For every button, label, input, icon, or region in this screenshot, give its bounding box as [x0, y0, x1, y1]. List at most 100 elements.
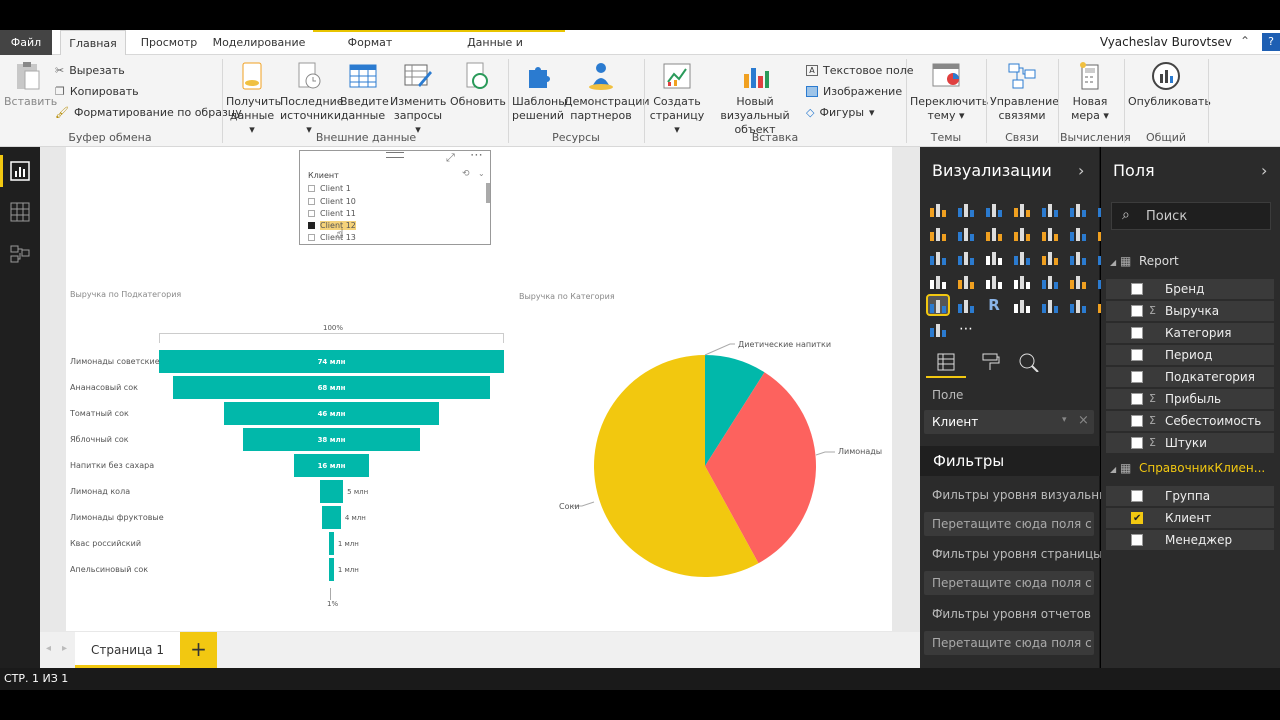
r-visual-icon[interactable]	[1068, 272, 1088, 290]
next-page-icon[interactable]: ▸	[62, 643, 67, 654]
clustered-bar-icon[interactable]	[984, 200, 1004, 218]
fields-search-input[interactable]: ⌕ Поиск	[1111, 202, 1271, 230]
chart-icon[interactable]	[956, 296, 976, 314]
field-item[interactable]: Группа	[1106, 486, 1274, 506]
checkbox[interactable]	[1131, 534, 1143, 546]
enter-data-button[interactable]: Введите данные	[340, 61, 389, 123]
chevron-down-icon[interactable]: ⌄	[478, 169, 485, 178]
help-icon[interactable]: ?	[1262, 33, 1280, 51]
switch-theme-button[interactable]: Переключить тему ▾	[910, 61, 988, 123]
table-icon[interactable]	[1012, 272, 1032, 290]
cut-button[interactable]: ✂ Вырезать	[55, 60, 125, 80]
manage-relationships-button[interactable]: Управление связями	[990, 61, 1059, 123]
publish-button[interactable]: Опубликовать	[1128, 61, 1211, 109]
slicer-icon[interactable]	[984, 272, 1004, 290]
dropdown-icon[interactable]: ▾	[1062, 415, 1067, 425]
checkbox[interactable]	[1131, 283, 1143, 295]
100-bar-icon[interactable]	[1040, 200, 1060, 218]
slicer-item[interactable]: Client 1	[308, 184, 351, 193]
paint-roller-icon[interactable]	[980, 352, 1000, 372]
treemap-icon[interactable]	[956, 248, 976, 266]
scatter-icon[interactable]	[1068, 224, 1088, 242]
filled-map-icon[interactable]	[1012, 248, 1032, 266]
area-chart-icon[interactable]	[928, 224, 948, 242]
slicer-item-selected[interactable]: Client 12	[308, 221, 356, 230]
tab-modeling[interactable]: Моделирование	[212, 30, 306, 55]
slicer-item[interactable]: Client 13	[308, 233, 356, 242]
client-slicer[interactable]: ⤢ ⋯ Клиент ⟲ ⌄ Client 1 Client 10 Client…	[299, 148, 491, 245]
collapse-ribbon-icon[interactable]: ⌃	[1240, 34, 1250, 48]
page-filters-dropzone[interactable]: Перетащите сюда поля с ...	[924, 571, 1094, 614]
templates-button[interactable]: Шаблоны решений	[512, 61, 567, 123]
checkbox-checked[interactable]	[308, 222, 315, 229]
report-view-icon[interactable]	[10, 161, 30, 181]
shapes-button[interactable]: ◇ Фигуры ▾	[806, 102, 875, 122]
focus-mode-icon[interactable]: ⤢	[446, 151, 455, 165]
more-options-icon[interactable]: ⋯	[470, 148, 483, 163]
100-column-icon[interactable]	[1068, 200, 1088, 218]
get-data-button[interactable]: Получить данные ▾	[226, 61, 281, 137]
new-visual-button[interactable]: Новый визуальный объект	[708, 61, 802, 137]
slicer-item[interactable]: Client 11	[308, 209, 356, 218]
tab-home[interactable]: Главная	[60, 30, 126, 56]
scrollbar[interactable]	[486, 183, 490, 203]
field-item[interactable]: Категория	[1106, 323, 1274, 343]
field-item[interactable]: Σ Выручка	[1106, 301, 1274, 321]
collapse-fields-icon[interactable]: ›	[1261, 161, 1267, 180]
report-filters-dropzone[interactable]: Перетащите сюда поля с ...	[924, 631, 1094, 674]
remove-field-icon[interactable]: ×	[1078, 413, 1089, 428]
copy-button[interactable]: ❐ Копировать	[55, 81, 139, 101]
checkbox[interactable]	[1131, 305, 1143, 317]
more-icon[interactable]	[1012, 296, 1032, 314]
field-item[interactable]: Бренд	[1106, 279, 1274, 299]
textbox-button[interactable]: A Текстовое поле	[806, 60, 914, 80]
image-button[interactable]: Изображение	[806, 81, 902, 101]
table-report[interactable]: ◢ ▦ Report	[1110, 254, 1179, 268]
ribbon-chart-icon[interactable]	[1040, 224, 1060, 242]
stacked-column-icon[interactable]	[956, 200, 976, 218]
clustered-column-icon[interactable]	[1012, 200, 1032, 218]
checkbox[interactable]	[1131, 437, 1143, 449]
stacked-column-icon[interactable]	[1068, 296, 1088, 314]
checkbox[interactable]	[1131, 415, 1143, 427]
new-page-button[interactable]: Создать страницу ▾	[648, 61, 706, 137]
slicer-item[interactable]: Client 10	[308, 197, 356, 206]
field-item[interactable]: Σ Штуки	[1106, 433, 1274, 453]
kpi-icon[interactable]	[956, 272, 976, 290]
gauge-icon[interactable]	[1068, 248, 1088, 266]
checkbox[interactable]	[308, 185, 315, 192]
tab-page-1[interactable]: Страница 1	[75, 632, 180, 668]
table-clients[interactable]: ◢ ▦ СправочникКлиен...	[1110, 461, 1265, 475]
field-item[interactable]: Менеджер	[1106, 530, 1274, 550]
stacked-bar-icon[interactable]	[1040, 296, 1060, 314]
checkbox[interactable]	[1131, 490, 1143, 502]
line-clustered-icon[interactable]	[1012, 224, 1032, 242]
field-item[interactable]: Период	[1106, 345, 1274, 365]
refresh-button[interactable]: Обновить	[450, 61, 506, 109]
checkbox[interactable]	[308, 234, 315, 241]
visual-filters-dropzone[interactable]: Перетащите сюда поля с ...	[924, 512, 1094, 555]
checkbox[interactable]	[1131, 349, 1143, 361]
field-item[interactable]: Σ Прибыль	[1106, 389, 1274, 409]
clustered-column-icon[interactable]	[928, 320, 948, 338]
checkbox[interactable]	[1131, 327, 1143, 339]
prev-page-icon[interactable]: ◂	[46, 643, 51, 654]
edit-queries-button[interactable]: Изменить запросы ▾	[390, 61, 446, 137]
field-item[interactable]: ✔ Клиент	[1106, 508, 1274, 528]
relationships-view-icon[interactable]	[10, 244, 30, 264]
partner-showcase-button[interactable]: Демонстрации партнеров	[564, 61, 650, 123]
checkbox-checked[interactable]: ✔	[1131, 512, 1143, 524]
add-page-button[interactable]: +	[180, 632, 217, 668]
format-painter-button[interactable]: 🖌 Форматирование по образцу	[55, 102, 242, 122]
field-item[interactable]: Σ Себестоимость	[1106, 411, 1274, 431]
field-well-value[interactable]: Клиент ▾ ×	[924, 410, 1094, 434]
tab-view[interactable]: Просмотр	[134, 30, 204, 55]
stacked-area-icon[interactable]	[956, 224, 976, 242]
clear-selection-icon[interactable]: ⟲	[462, 169, 470, 179]
donut-icon[interactable]	[928, 248, 948, 266]
matrix-icon[interactable]	[1040, 272, 1060, 290]
stacked-bar-icon[interactable]	[928, 200, 948, 218]
drag-handle-icon[interactable]	[386, 152, 404, 158]
paste-button[interactable]: Вставить	[4, 61, 57, 109]
checkbox[interactable]	[308, 210, 315, 217]
